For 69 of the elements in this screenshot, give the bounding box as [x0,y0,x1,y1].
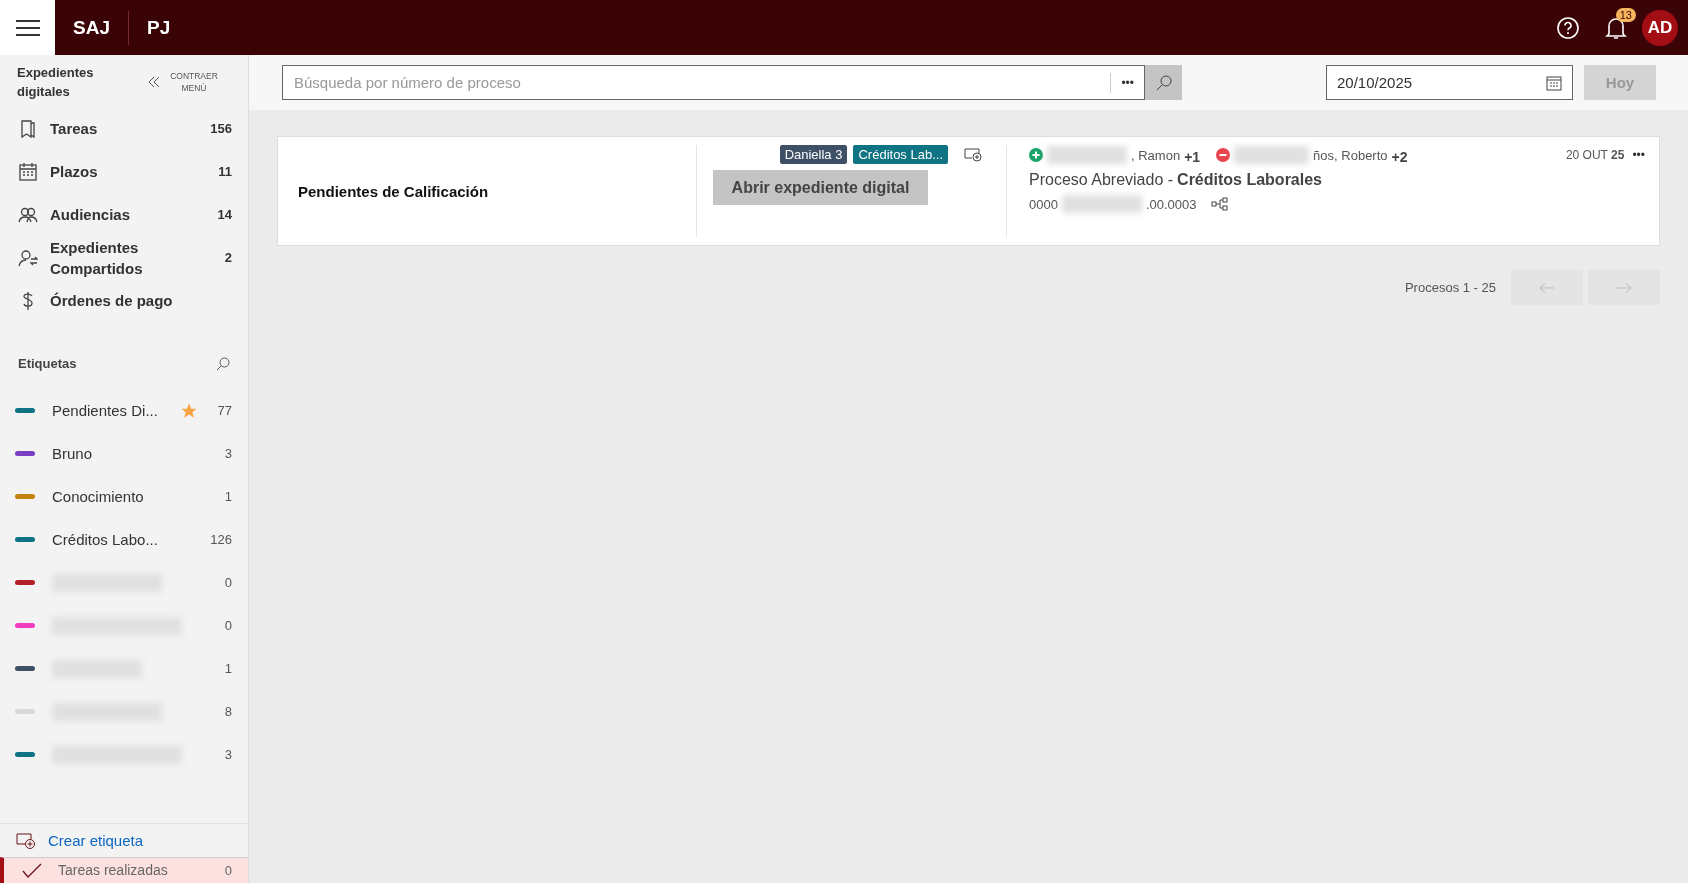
plus-circle-icon [1029,148,1043,162]
tag-item[interactable]: Bruno 3 [0,432,244,475]
minus-circle-icon [1216,148,1231,162]
menu-icon [15,18,40,37]
tag-count: 8 [223,704,232,719]
calendar-icon[interactable] [1546,74,1562,91]
tag-count: 0 [223,575,232,590]
right-arrow-icon [1616,281,1632,294]
collapse-menu-button[interactable]: CONTRAER MENÚ [142,69,226,95]
search-icon[interactable] [216,356,230,371]
sidebar-title: Expedientes digitales [17,64,95,101]
tag-add-icon[interactable] [964,147,982,162]
tag-count: 1 [223,661,232,676]
tag-count: 1 [223,489,232,504]
nav-item[interactable]: Expedientes Compartidos 2 [0,236,248,279]
tag-chip: Créditos Lab... [853,145,948,164]
tag-item[interactable]: Pendientes Di... 77 [0,389,244,432]
tag-count: 126 [210,532,232,547]
tag-count: 77 [216,403,232,418]
party-count: +1 [1184,149,1201,165]
group-title: Pendientes de Calificación [298,182,489,200]
more-options-button[interactable]: ••• [1110,72,1144,93]
tag-count: 3 [223,446,232,461]
help-icon [1556,15,1580,40]
search-field[interactable]: Búsqueda por número de proceso ••• [282,65,1145,100]
search-button[interactable] [1145,65,1182,100]
tags-heading: Etiquetas [18,356,77,371]
app-name: SAJ [72,16,111,39]
done-tasks-item[interactable]: Tareas realizadas 0 [0,857,248,883]
check-icon [22,862,42,879]
date-field[interactable]: 20/10/2025 [1326,65,1573,100]
search-icon [1155,74,1172,91]
pagination-label: Procesos 1 - 25 [1404,280,1496,295]
shared-person-icon [18,247,38,268]
nav-item[interactable]: Tareas 156 [0,107,248,150]
process-class: Proceso Abreviado - [1029,171,1174,189]
left-arrow-icon [1539,281,1555,294]
process-subject: Créditos Laborales [1177,171,1322,189]
nav-item[interactable]: Plazos 11 [0,150,248,193]
tag-item[interactable]: Conocimiento 1 [0,475,244,518]
tag-item[interactable]: 8 [0,690,244,733]
hierarchy-icon[interactable] [1210,197,1229,211]
menu-button[interactable] [0,0,55,55]
user-avatar[interactable]: AD [1642,9,1678,46]
notification-count: 13 [1615,7,1636,22]
tag-item[interactable]: 0 [0,604,244,647]
party-name: ños, Roberto [1313,147,1388,163]
calendar-icon [18,161,38,182]
tag-chip: Daniella 3 [779,145,848,164]
tag-item[interactable]: 1 [0,647,244,690]
tag-item[interactable]: 3 [0,733,244,776]
nav-item[interactable]: Audiencias 14 [0,193,248,236]
double-chevron-icon [148,76,160,88]
party-name: , Ramon [1131,147,1181,163]
notifications-button[interactable]: 13 [1594,5,1638,50]
date-label: 20 OUT 25 [1565,148,1625,162]
tag-count: 0 [223,618,232,633]
nav-item[interactable]: Órdenes de pago [0,279,248,322]
party-count: +2 [1391,149,1408,165]
process-number: .00.0003 [1145,196,1197,212]
tag-count: 3 [223,747,232,762]
bookmark-icon [18,118,38,139]
tag-item[interactable]: Créditos Labo... 126 [0,518,244,561]
tag-item[interactable]: 0 [0,561,244,604]
open-record-button[interactable]: Abrir expediente digital [713,170,928,205]
more-options-button[interactable]: ••• [1628,148,1649,162]
tag-add-icon [16,832,36,849]
process-number: 0000 [1029,196,1058,212]
module-name: PJ [145,16,172,39]
